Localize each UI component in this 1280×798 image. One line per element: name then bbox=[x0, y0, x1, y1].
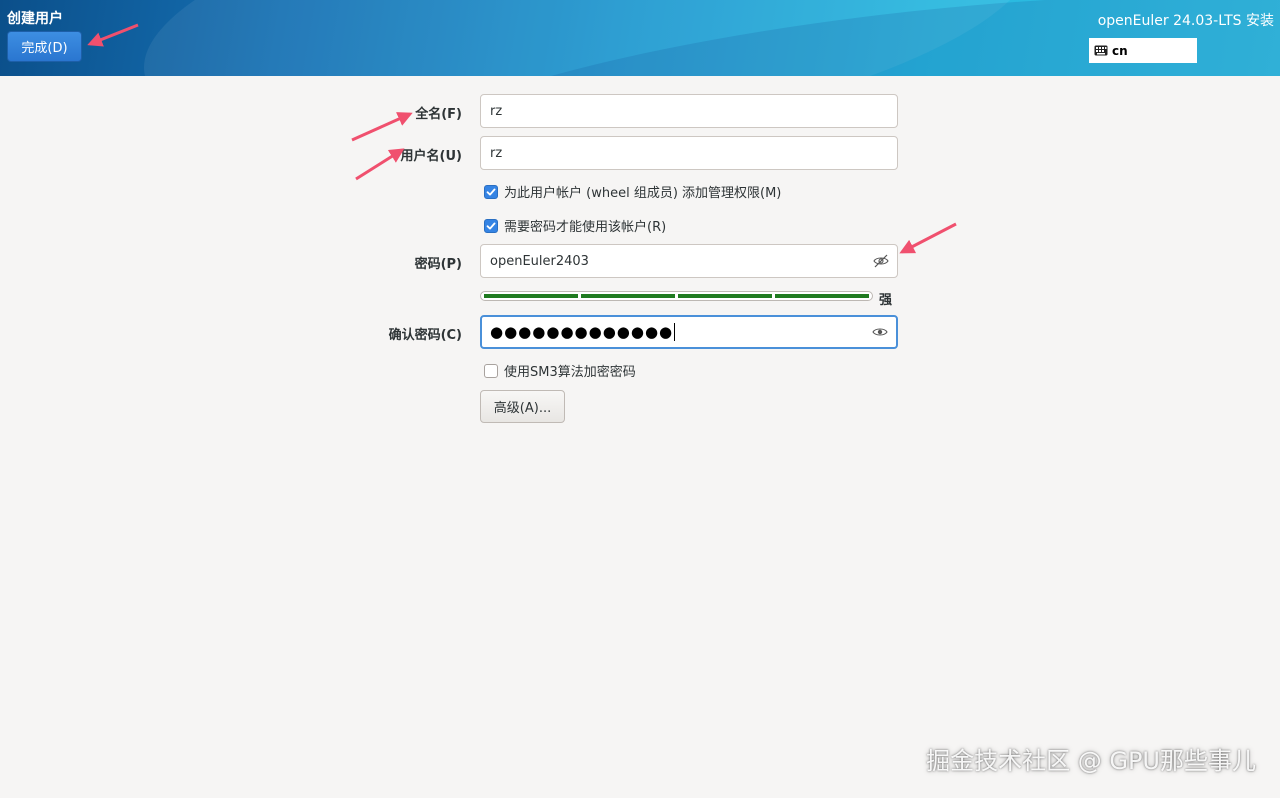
admin-checkbox-row[interactable]: 为此用户帐户 (wheel 组成员) 添加管理权限(M) bbox=[484, 182, 781, 201]
keyboard-icon bbox=[1094, 45, 1108, 56]
checkmark-icon bbox=[486, 188, 496, 195]
sm3-checkbox[interactable] bbox=[484, 363, 498, 378]
advanced-button[interactable]: 高级(A)... bbox=[480, 390, 565, 423]
password-strength-label: 强 bbox=[879, 293, 893, 308]
require-password-checkbox[interactable] bbox=[484, 218, 498, 233]
password-strength-bar bbox=[480, 291, 873, 301]
checkmark-icon bbox=[486, 222, 496, 229]
done-button[interactable]: 完成(D) bbox=[7, 31, 82, 62]
confirm-password-value: ●●●●●●●●●●●●● bbox=[490, 323, 674, 341]
strength-segment bbox=[678, 294, 772, 298]
fullname-field[interactable]: rz bbox=[480, 94, 898, 128]
fullname-label: 全名(F) bbox=[415, 107, 462, 122]
password-value: openEuler2403 bbox=[490, 253, 589, 269]
password-field[interactable]: openEuler2403 bbox=[480, 244, 898, 278]
strength-segment bbox=[775, 294, 869, 298]
strength-segment bbox=[484, 294, 578, 298]
sm3-checkbox-row[interactable]: 使用SM3算法加密密码 bbox=[484, 361, 636, 380]
password-label: 密码(P) bbox=[414, 257, 462, 272]
username-field[interactable]: rz bbox=[480, 136, 898, 170]
confirm-password-field[interactable]: ●●●●●●●●●●●●● bbox=[480, 315, 898, 349]
require-password-row[interactable]: 需要密码才能使用该帐户(R) bbox=[484, 216, 666, 235]
username-label: 用户名(U) bbox=[400, 149, 462, 164]
eye-hidden-icon[interactable] bbox=[873, 253, 889, 269]
confirm-password-label: 确认密码(C) bbox=[388, 328, 462, 343]
page-title: 创建用户 bbox=[7, 11, 63, 27]
username-value: rz bbox=[490, 145, 503, 161]
header-banner: 创建用户 完成(D) openEuler 24.03-LTS 安装 cn bbox=[0, 0, 1280, 76]
sm3-checkbox-label: 使用SM3算法加密密码 bbox=[504, 365, 636, 380]
eye-icon[interactable] bbox=[872, 324, 888, 340]
text-caret bbox=[674, 323, 676, 341]
fullname-value: rz bbox=[490, 103, 503, 119]
product-title: openEuler 24.03-LTS 安装 bbox=[1097, 13, 1274, 29]
admin-checkbox[interactable] bbox=[484, 184, 498, 199]
admin-checkbox-label: 为此用户帐户 (wheel 组成员) 添加管理权限(M) bbox=[504, 186, 782, 201]
require-password-label: 需要密码才能使用该帐户(R) bbox=[504, 220, 667, 235]
annotation-arrow bbox=[899, 222, 957, 254]
watermark: 掘金技术社区 @ GPU那些事儿 bbox=[926, 747, 1256, 775]
strength-segment bbox=[581, 294, 675, 298]
keyboard-layout-label: cn bbox=[1112, 43, 1128, 58]
keyboard-layout-indicator[interactable]: cn bbox=[1089, 38, 1197, 63]
